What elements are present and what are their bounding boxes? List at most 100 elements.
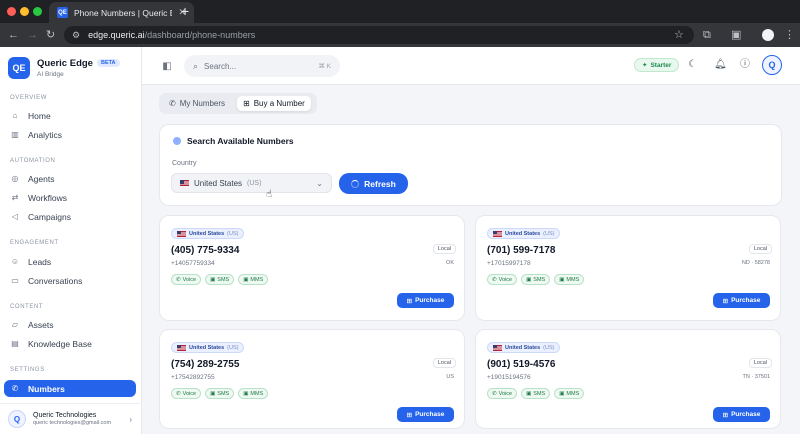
number-card: United States (US) (754) 289-2755 +17542… <box>159 329 465 429</box>
cart-icon: ⊞ <box>243 99 250 108</box>
sidebar-toggle-icon[interactable]: ◧ <box>158 57 176 75</box>
card-country-code: (US) <box>543 344 555 351</box>
minimize-window-dot[interactable] <box>20 7 29 16</box>
number-region: OK <box>446 260 454 266</box>
card-country-code: (US) <box>227 230 239 237</box>
close-window-dot[interactable] <box>7 7 16 16</box>
country-code: (US) <box>247 179 262 187</box>
browser-profile-avatar[interactable] <box>762 29 774 41</box>
sidebar-item-label: Workflows <box>28 192 68 203</box>
purchase-button[interactable]: ⊞ Purchase <box>713 407 770 422</box>
url-text: edge.queric.ai/dashboard/phone-numbers <box>88 30 256 40</box>
media-icon[interactable]: ▣ <box>731 28 741 42</box>
number-type-badge: Local <box>748 244 772 254</box>
url-field[interactable]: ⚙ edge.queric.ai/dashboard/phone-numbers <box>64 26 694 44</box>
number-region: US <box>446 374 454 380</box>
refresh-label: Refresh <box>364 178 396 189</box>
site-info-icon[interactable]: ⚙ <box>72 30 80 41</box>
notifications-bell-icon[interactable]: 🔔︎ <box>714 59 727 71</box>
sidebar-item-numbers[interactable]: ✆ Numbers <box>4 380 136 397</box>
browser-menu-icon[interactable]: ⋮ <box>784 28 795 42</box>
reload-icon[interactable]: ↻ <box>46 28 55 42</box>
sidebar-item-knowledge-base[interactable]: ▤ Knowledge Base <box>4 335 136 352</box>
tab-my-numbers[interactable]: ✆ My Numbers <box>163 96 231 111</box>
card-country: United States <box>189 344 225 351</box>
refresh-button[interactable]: Refresh <box>339 173 408 194</box>
sidebar-item-leads[interactable]: ☺ Leads <box>4 253 136 270</box>
tab-title: Phone Numbers | Queric Edge <box>74 7 172 18</box>
browser-address-bar: ← → ↻ ⚙ edge.queric.ai/dashboard/phone-n… <box>0 23 800 47</box>
sparkle-icon: ✦ <box>642 62 648 69</box>
folder-icon: ▱ <box>11 320 19 329</box>
capability-badge: ✆ Voice <box>487 274 518 285</box>
tab-label: Buy a Number <box>253 99 305 108</box>
brand-name: Queric Edge <box>37 58 93 69</box>
sidebar-item-label: Assets <box>28 319 54 330</box>
brand-subtitle: AI Bridge <box>37 71 64 78</box>
sms-icon: ▣ <box>210 276 216 283</box>
purchase-label: Purchase <box>415 297 445 304</box>
brand[interactable]: QE Queric Edge BETA AI Bridge <box>8 57 120 79</box>
search-input[interactable]: ⌕ Search... ⌘ K <box>184 55 340 77</box>
country-select[interactable]: United States (US) ⌄ <box>171 173 332 193</box>
number-type-badge: Local <box>432 358 456 368</box>
capability-label: SMS <box>533 390 546 397</box>
country-pill: United States (US) <box>171 228 245 239</box>
new-tab-icon[interactable]: + <box>181 3 189 19</box>
sidebar-item-agents[interactable]: ◎ Agents <box>4 170 136 187</box>
maximize-window-dot[interactable] <box>33 7 42 16</box>
sms-icon: ▣ <box>526 390 532 397</box>
sidebar-item-label: Numbers <box>28 383 65 394</box>
tab-buy-a-number[interactable]: ⊞ Buy a Number <box>237 96 311 111</box>
capability-label: SMS <box>533 276 546 283</box>
purchase-button[interactable]: ⊞ Purchase <box>713 293 770 308</box>
extensions-icon[interactable]: ⧉ <box>703 28 711 42</box>
back-icon[interactable]: ← <box>8 28 19 42</box>
header-avatar[interactable]: Q <box>762 55 782 75</box>
card-country-code: (US) <box>227 344 239 351</box>
chevron-right-icon: › <box>129 415 132 424</box>
bookmark-star-icon[interactable]: ☆ <box>674 28 684 42</box>
country-pill: United States (US) <box>171 342 245 353</box>
purchase-button[interactable]: ⊞ Purchase <box>397 407 454 422</box>
theme-toggle-moon-icon[interactable]: ☾ <box>688 59 697 71</box>
capability-badge: ▣ SMS <box>521 274 551 285</box>
purchase-label: Purchase <box>731 411 761 418</box>
workflow-icon: ⇄ <box>11 193 19 202</box>
capability-badge: ▣ SMS <box>205 388 235 399</box>
number-region: TN · 37501 <box>742 374 770 380</box>
sidebar-item-conversations[interactable]: ▭ Conversations <box>4 272 136 289</box>
sidebar-item-home[interactable]: ⌂ Home <box>4 107 136 124</box>
us-flag-icon <box>493 344 502 351</box>
capability-badge: ✆ Voice <box>171 274 202 285</box>
plan-badge[interactable]: ✦ Starter <box>634 58 680 72</box>
mms-icon: ▣ <box>559 390 565 397</box>
card-country: United States <box>505 230 541 237</box>
capabilities: ✆ Voice ▣ SMS ▣ MMS <box>487 274 585 285</box>
sidebar-item-assets[interactable]: ▱ Assets <box>4 316 136 333</box>
top-header: ◧ ⌕ Search... ⌘ K ✦ Starter ☾ 🔔︎ ⓘ Q <box>142 47 800 85</box>
plan-label: Starter <box>650 61 672 69</box>
capability-badge: ▣ MMS <box>238 274 269 285</box>
sidebar-item-analytics[interactable]: ▥ Analytics <box>4 126 136 143</box>
sidebar-item-campaigns[interactable]: ◁ Campaigns <box>4 208 136 225</box>
tab-label: My Numbers <box>179 99 226 108</box>
voice-icon: ✆ <box>492 276 497 283</box>
sidebar: QE Queric Edge BETA AI Bridge OVERVIEW ⌂ H… <box>0 47 142 434</box>
brand-name-row: Queric Edge BETA <box>37 58 120 69</box>
help-icon[interactable]: ⓘ <box>740 59 750 71</box>
browser-tab[interactable]: QE Phone Numbers | Queric Edge ✕ <box>49 2 194 23</box>
capability-label: Voice <box>182 276 197 283</box>
card-country: United States <box>189 230 225 237</box>
capability-badge: ✆ Voice <box>487 388 518 399</box>
search-icon: ⌕ <box>193 60 199 71</box>
purchase-button[interactable]: ⊞ Purchase <box>397 293 454 308</box>
sidebar-item-label: Knowledge Base <box>28 338 92 349</box>
user-menu[interactable]: Q Queric Technologies queric technologie… <box>0 403 142 434</box>
number-tabs: ✆ My Numbers ⊞ Buy a Number <box>159 93 317 114</box>
section-title-overview: OVERVIEW <box>10 95 48 101</box>
country-value: United States <box>194 178 243 188</box>
forward-icon[interactable]: → <box>27 28 38 42</box>
chat-icon: ▭ <box>11 276 19 285</box>
sidebar-item-workflows[interactable]: ⇄ Workflows <box>4 189 136 206</box>
